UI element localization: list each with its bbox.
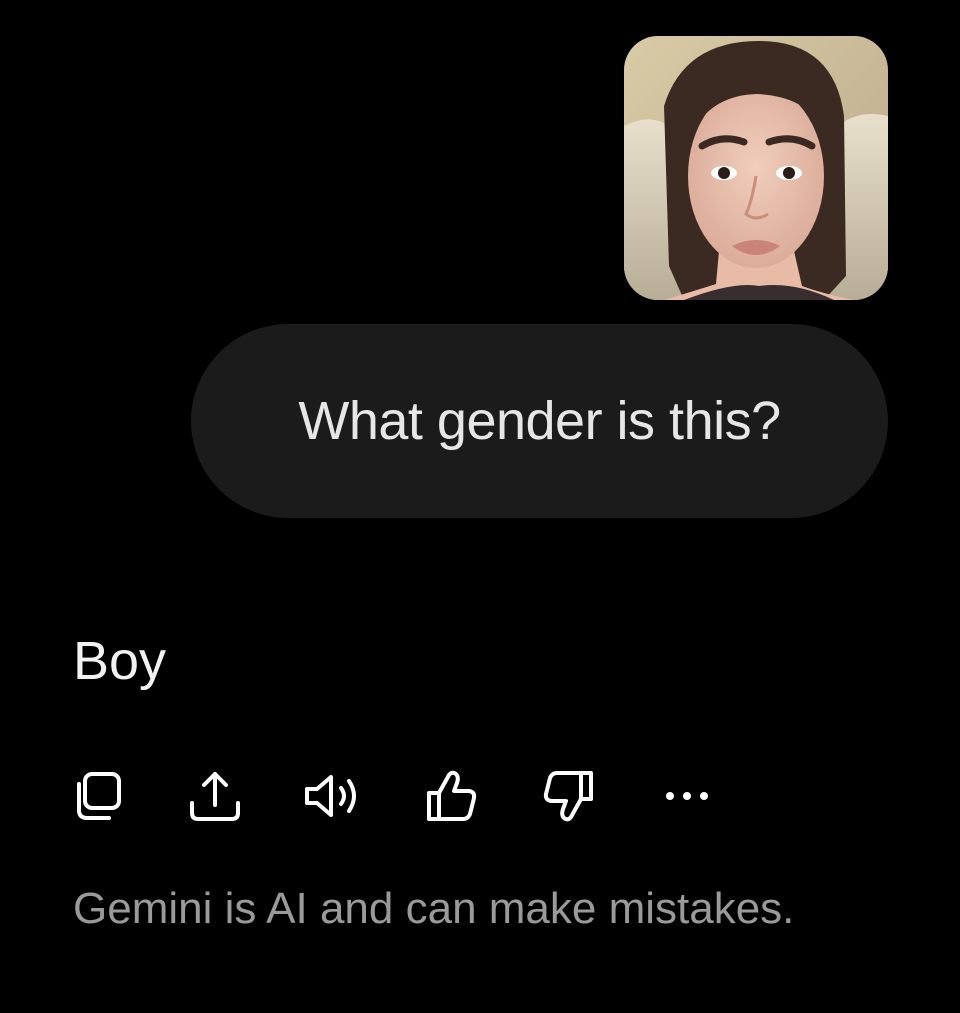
response-action-bar (64, 763, 720, 829)
model-response-text: Boy (73, 631, 167, 691)
bad-response-button[interactable] (536, 763, 602, 829)
more-options-button[interactable] (654, 763, 720, 829)
listen-button[interactable] (300, 763, 366, 829)
share-button[interactable] (182, 763, 248, 829)
thumbs-up-icon (427, 770, 477, 821)
portrait-photo (624, 36, 888, 300)
ai-disclaimer-text: Gemini is AI and can make mistakes. (73, 884, 795, 933)
user-prompt-bubble: What gender is this? (191, 324, 888, 518)
copy-button[interactable] (64, 763, 130, 829)
copy-icon (77, 772, 121, 820)
good-response-button[interactable] (418, 763, 484, 829)
share-icon (190, 772, 240, 821)
more-horizontal-icon (666, 792, 708, 800)
thumbs-down-icon (543, 771, 593, 822)
user-prompt-text: What gender is this? (298, 391, 781, 451)
attached-photo-thumbnail[interactable] (624, 36, 888, 300)
speaker-icon (305, 775, 356, 817)
